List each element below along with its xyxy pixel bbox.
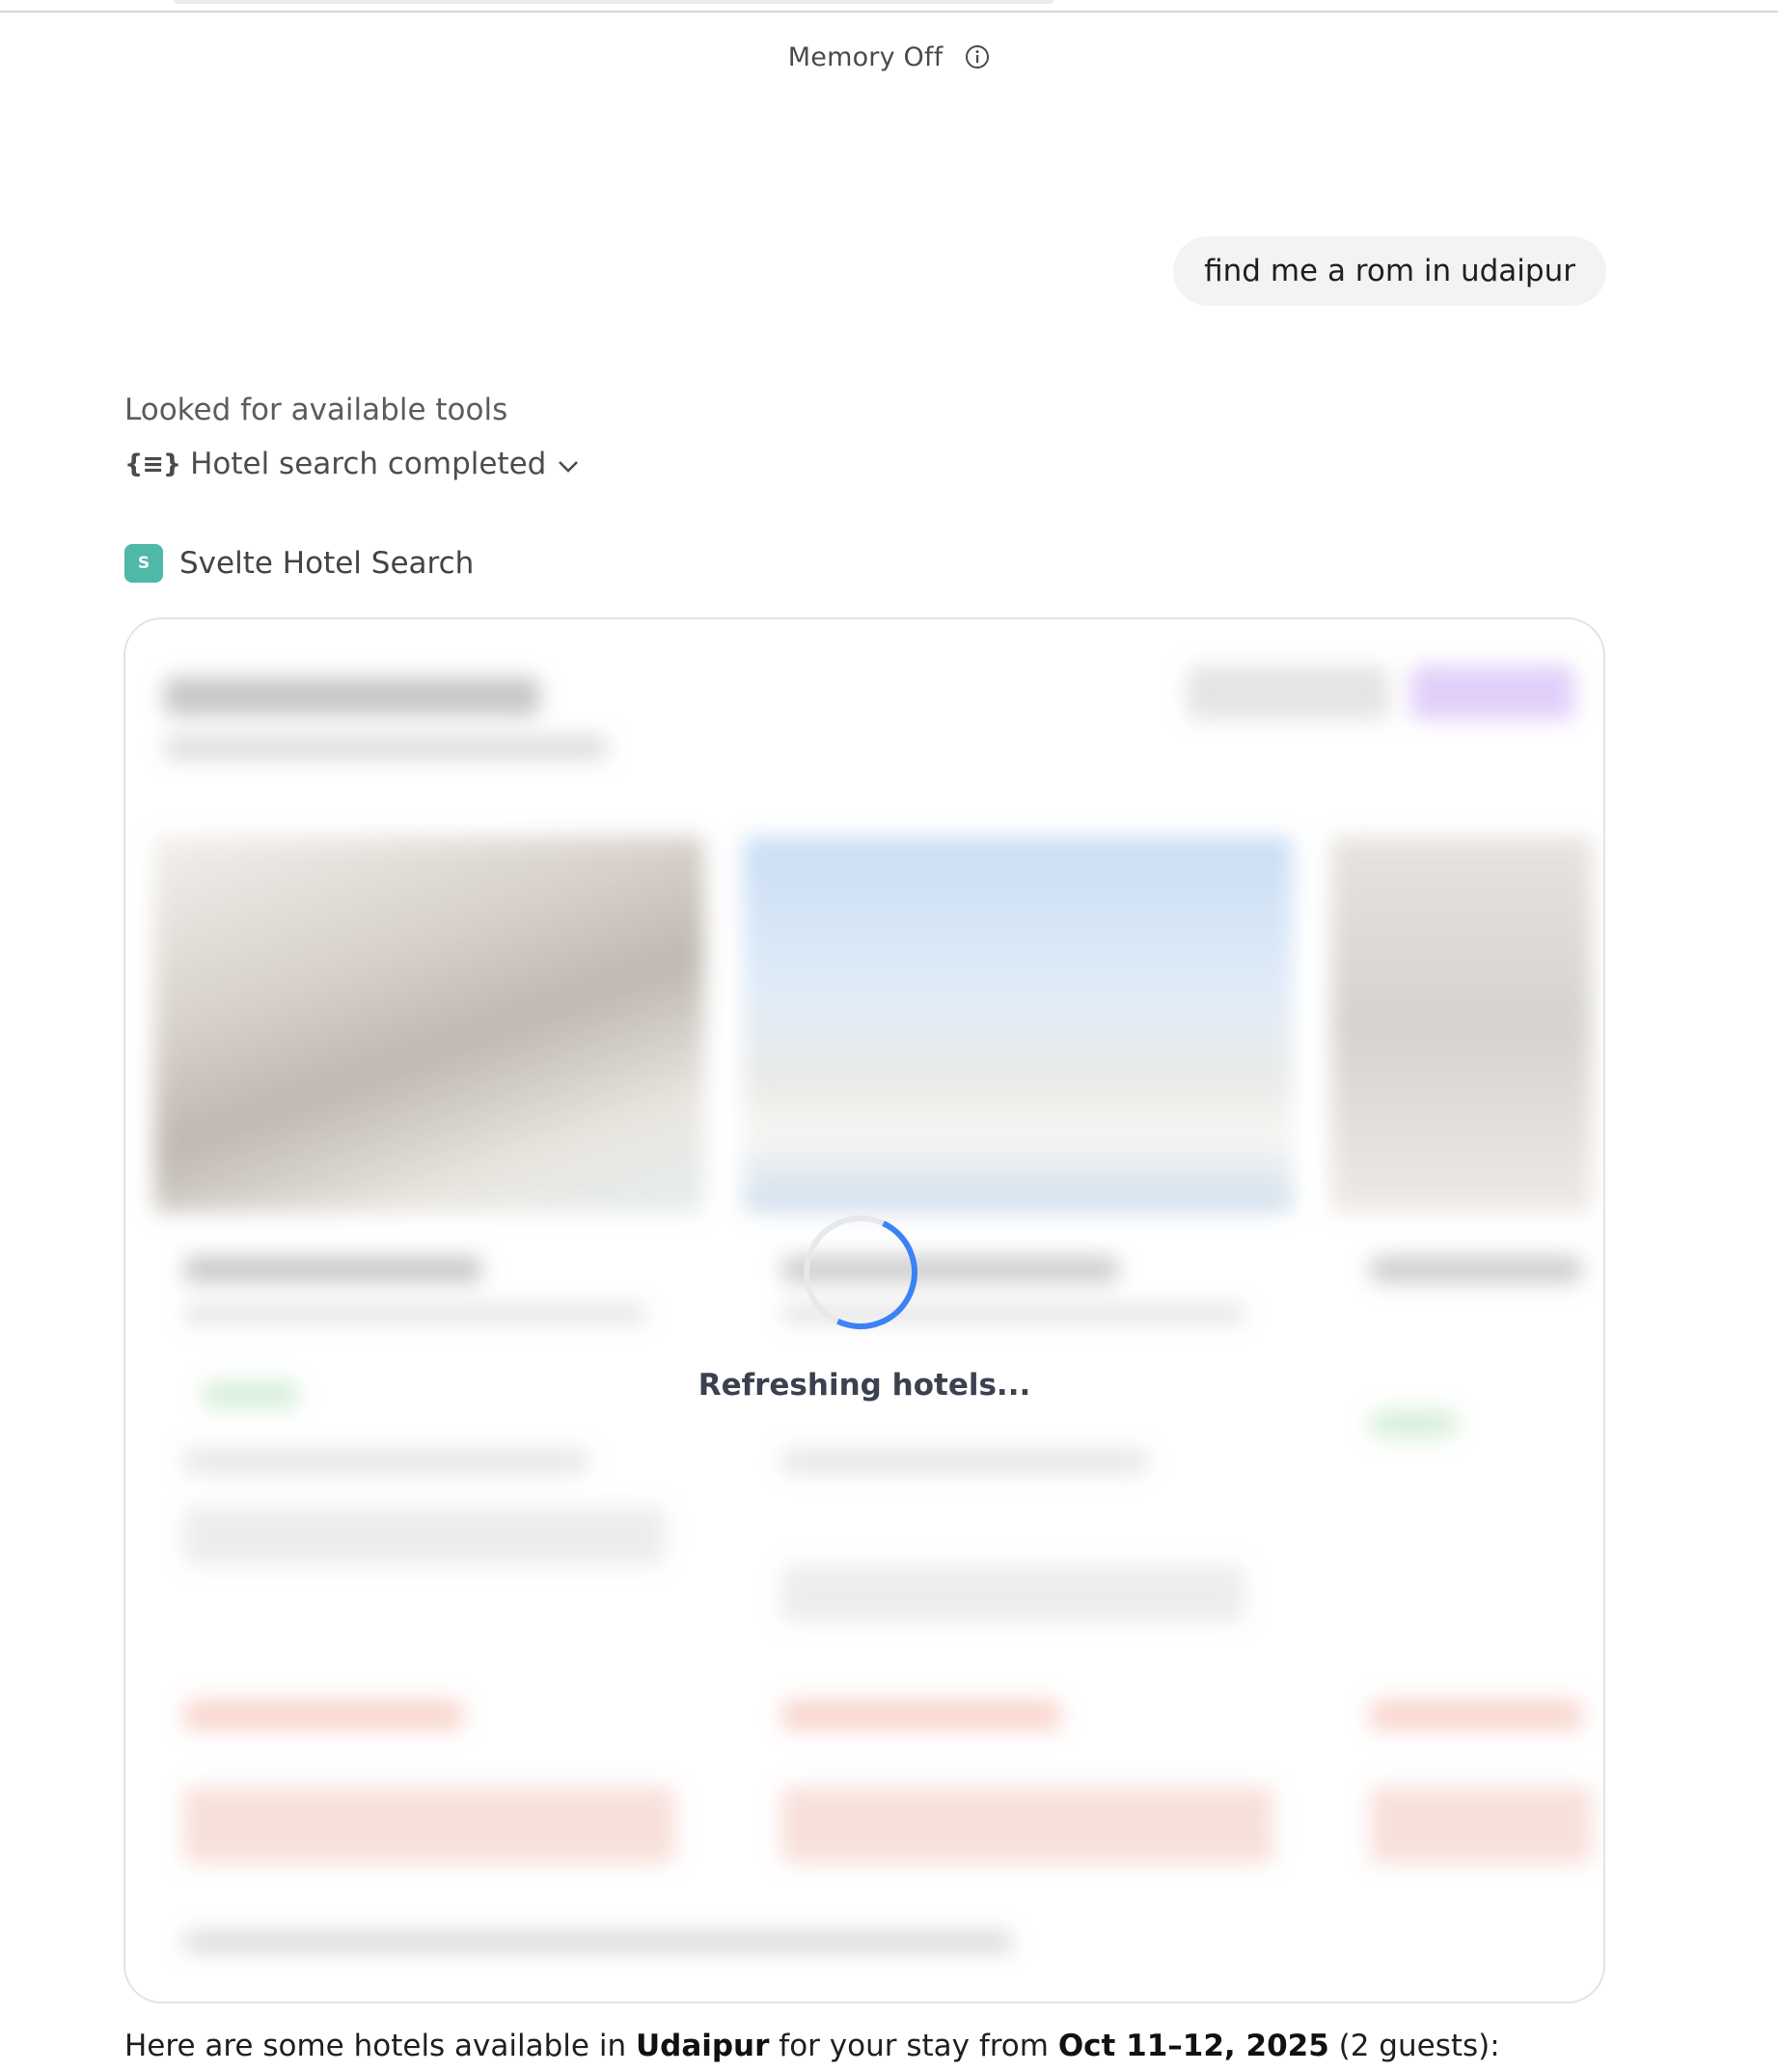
- chevron-down-icon: [558, 447, 579, 481]
- user-message-bubble: find me a rom in udaipur: [1173, 236, 1606, 306]
- app-header: S Svelte Hotel Search: [124, 544, 474, 583]
- top-divider: [0, 11, 1778, 13]
- memory-status-label: Memory Off: [787, 42, 944, 72]
- response-city: Udaipur: [635, 2029, 770, 2063]
- tool-status-toggle[interactable]: {≡} Hotel search completed: [124, 447, 579, 481]
- memory-status: Memory Off: [0, 42, 1778, 76]
- loading-spinner: [787, 1199, 934, 1346]
- assistant-response: Here are some hotels available in Udaipu…: [124, 2029, 1500, 2063]
- code-braces-icon: {≡}: [124, 449, 181, 479]
- response-suffix: (2 guests):: [1328, 2029, 1500, 2063]
- tool-status-label: Hotel search completed: [190, 447, 547, 481]
- top-tab-edge: [174, 0, 1053, 4]
- app-badge: S: [124, 544, 163, 583]
- loading-overlay: Refreshing hotels...: [125, 619, 1603, 2002]
- response-prefix: Here are some hotels available in: [124, 2029, 636, 2063]
- loading-text: Refreshing hotels...: [698, 1368, 1031, 1403]
- response-middle: for your stay from: [769, 2029, 1058, 2063]
- hotel-search-widget[interactable]: Refreshing hotels...: [123, 617, 1605, 2004]
- user-message-text: find me a rom in udaipur: [1204, 254, 1575, 288]
- info-icon[interactable]: [965, 44, 990, 76]
- tool-lookup-text: Looked for available tools: [124, 393, 508, 427]
- response-dates: Oct 11–12, 2025: [1057, 2029, 1329, 2063]
- app-name: Svelte Hotel Search: [179, 546, 475, 581]
